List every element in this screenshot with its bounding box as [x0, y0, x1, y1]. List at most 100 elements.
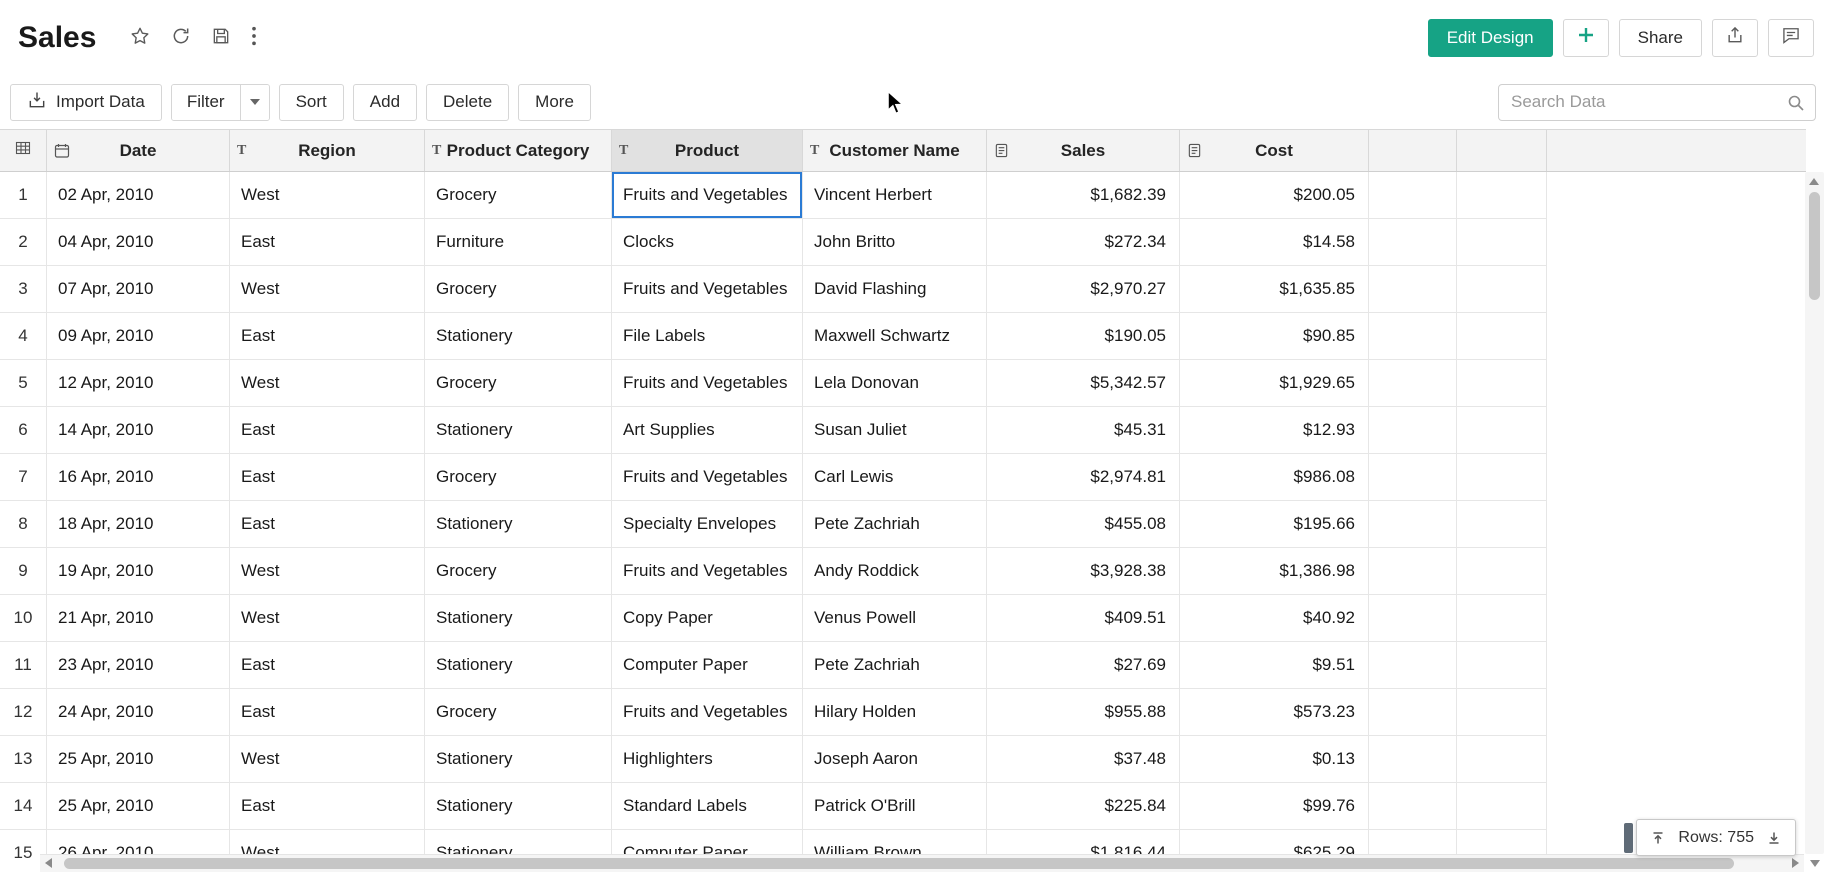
refresh-button[interactable]: [164, 21, 198, 54]
cell-sales[interactable]: $5,342.57: [987, 360, 1180, 407]
scroll-up-arrow[interactable]: [1809, 178, 1819, 185]
edit-design-button[interactable]: Edit Design: [1428, 19, 1553, 57]
row-number[interactable]: 11: [0, 642, 47, 689]
cell-date[interactable]: 12 Apr, 2010: [47, 360, 230, 407]
cell-region[interactable]: East: [230, 783, 425, 830]
cell-product[interactable]: Highlighters: [612, 736, 803, 783]
cell-product[interactable]: Fruits and Vegetables: [612, 548, 803, 595]
scroll-to-bottom-button[interactable]: [1766, 830, 1782, 846]
cell-sales[interactable]: $3,928.38: [987, 548, 1180, 595]
cell-empty[interactable]: [1457, 219, 1547, 266]
scroll-down-arrow[interactable]: [1805, 855, 1824, 871]
cell-empty[interactable]: [1457, 360, 1547, 407]
share-button[interactable]: Share: [1619, 19, 1702, 57]
column-header-product[interactable]: TProduct: [612, 130, 803, 171]
cell-product[interactable]: Fruits and Vegetables: [612, 360, 803, 407]
cell-cost[interactable]: $9.51: [1180, 642, 1369, 689]
cell-cost[interactable]: $90.85: [1180, 313, 1369, 360]
cell-product[interactable]: Fruits and Vegetables: [612, 454, 803, 501]
more-button[interactable]: More: [518, 84, 591, 121]
cell-sales[interactable]: $27.69: [987, 642, 1180, 689]
cell-product-category[interactable]: Grocery: [425, 266, 612, 313]
row-number[interactable]: 10: [0, 595, 47, 642]
cell-empty[interactable]: [1369, 172, 1457, 219]
row-number[interactable]: 1: [0, 172, 47, 219]
cell-empty[interactable]: [1457, 595, 1547, 642]
row-number[interactable]: 4: [0, 313, 47, 360]
cell-product-category[interactable]: Stationery: [425, 736, 612, 783]
cell-region[interactable]: West: [230, 360, 425, 407]
cell-product-category[interactable]: Grocery: [425, 548, 612, 595]
import-data-button[interactable]: Import Data: [10, 84, 162, 121]
row-number[interactable]: 14: [0, 783, 47, 830]
cell-date[interactable]: 23 Apr, 2010: [47, 642, 230, 689]
cell-empty[interactable]: [1369, 689, 1457, 736]
row-number[interactable]: 5: [0, 360, 47, 407]
cell-empty[interactable]: [1457, 266, 1547, 313]
favorite-button[interactable]: [122, 20, 158, 55]
cell-product-category[interactable]: Furniture: [425, 219, 612, 266]
delete-button[interactable]: Delete: [426, 84, 509, 121]
cell-region[interactable]: West: [230, 548, 425, 595]
add-button[interactable]: Add: [353, 84, 417, 121]
horizontal-scrollbar-thumb[interactable]: [64, 858, 1734, 869]
comments-button[interactable]: [1768, 19, 1814, 57]
cell-cost[interactable]: $986.08: [1180, 454, 1369, 501]
cell-customer-name[interactable]: Hilary Holden: [803, 689, 987, 736]
cell-empty[interactable]: [1457, 172, 1547, 219]
row-number[interactable]: 2: [0, 219, 47, 266]
cell-sales[interactable]: $2,970.27: [987, 266, 1180, 313]
row-number[interactable]: 7: [0, 454, 47, 501]
cell-cost[interactable]: $573.23: [1180, 689, 1369, 736]
cell-cost[interactable]: $99.76: [1180, 783, 1369, 830]
cell-sales[interactable]: $409.51: [987, 595, 1180, 642]
cell-product[interactable]: Standard Labels: [612, 783, 803, 830]
cell-sales[interactable]: $225.84: [987, 783, 1180, 830]
cell-region[interactable]: East: [230, 689, 425, 736]
column-header-sales[interactable]: Sales: [987, 130, 1180, 171]
cell-region[interactable]: West: [230, 595, 425, 642]
cell-date[interactable]: 16 Apr, 2010: [47, 454, 230, 501]
cell-empty[interactable]: [1369, 548, 1457, 595]
cell-empty[interactable]: [1369, 266, 1457, 313]
badge-handle[interactable]: [1624, 823, 1633, 853]
cell-sales[interactable]: $955.88: [987, 689, 1180, 736]
search-input[interactable]: [1499, 85, 1815, 120]
cell-region[interactable]: East: [230, 313, 425, 360]
cell-customer-name[interactable]: Pete Zachriah: [803, 501, 987, 548]
cell-product-category[interactable]: Stationery: [425, 595, 612, 642]
cell-product[interactable]: Specialty Envelopes: [612, 501, 803, 548]
row-number[interactable]: 3: [0, 266, 47, 313]
cell-empty[interactable]: [1369, 736, 1457, 783]
cell-product[interactable]: Clocks: [612, 219, 803, 266]
cell-sales[interactable]: $45.31: [987, 407, 1180, 454]
cell-cost[interactable]: $195.66: [1180, 501, 1369, 548]
cell-customer-name[interactable]: Carl Lewis: [803, 454, 987, 501]
cell-region[interactable]: East: [230, 407, 425, 454]
vertical-scrollbar-thumb[interactable]: [1809, 192, 1820, 300]
cell-region[interactable]: West: [230, 172, 425, 219]
scroll-right-arrow[interactable]: [1792, 858, 1799, 868]
column-header-customer-name[interactable]: TCustomer Name: [803, 130, 987, 171]
cell-customer-name[interactable]: Venus Powell: [803, 595, 987, 642]
cell-product-category[interactable]: Stationery: [425, 501, 612, 548]
horizontal-scrollbar[interactable]: [40, 854, 1804, 872]
column-header-product-category[interactable]: TProduct Category: [425, 130, 612, 171]
cell-customer-name[interactable]: Susan Juliet: [803, 407, 987, 454]
cell-sales[interactable]: $272.34: [987, 219, 1180, 266]
cell-product-category[interactable]: Grocery: [425, 360, 612, 407]
add-new-button[interactable]: [1563, 19, 1609, 57]
cell-customer-name[interactable]: Pete Zachriah: [803, 642, 987, 689]
cell-product[interactable]: Fruits and Vegetables: [612, 689, 803, 736]
cell-date[interactable]: 18 Apr, 2010: [47, 501, 230, 548]
cell-cost[interactable]: $1,386.98: [1180, 548, 1369, 595]
cell-product[interactable]: Copy Paper: [612, 595, 803, 642]
column-header-empty[interactable]: [1369, 130, 1457, 171]
cell-customer-name[interactable]: John Britto: [803, 219, 987, 266]
row-number[interactable]: 8: [0, 501, 47, 548]
row-number[interactable]: 13: [0, 736, 47, 783]
cell-cost[interactable]: $200.05: [1180, 172, 1369, 219]
column-header-cost[interactable]: Cost: [1180, 130, 1369, 171]
cell-empty[interactable]: [1369, 595, 1457, 642]
cell-date[interactable]: 24 Apr, 2010: [47, 689, 230, 736]
